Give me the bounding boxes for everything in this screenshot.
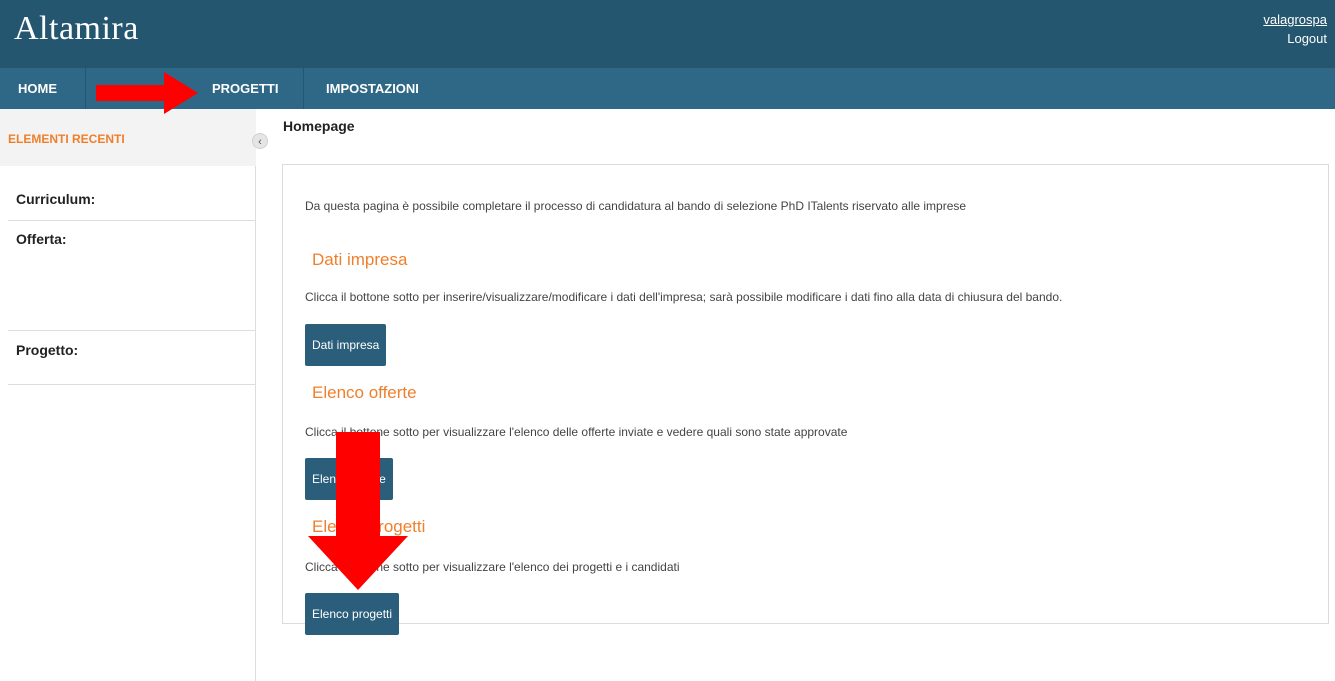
intro-text: Da questa pagina è possibile completare … — [305, 199, 967, 213]
username-link[interactable]: valagrospa — [1263, 10, 1327, 29]
page-title: Homepage — [283, 118, 355, 134]
logout-link[interactable]: Logout — [1263, 29, 1327, 48]
recent-items-title: ELEMENTI RECENTI — [8, 132, 125, 146]
sidebar: ELEMENTI RECENTI ‹ Curriculum: Offerta: … — [0, 109, 268, 681]
app-logo[interactable]: Altamira — [14, 10, 139, 48]
nav-home[interactable]: HOME — [18, 68, 57, 109]
sidebar-label-offerta: Offerta: — [16, 231, 67, 247]
sidebar-label-curriculum: Curriculum: — [16, 191, 96, 207]
section-title-dati-impresa: Dati impresa — [312, 250, 408, 269]
app-header: Altamira valagrospa Logout — [0, 0, 1335, 68]
sidebar-divider — [8, 330, 256, 331]
sidebar-collapse-icon[interactable]: ‹ — [252, 133, 268, 149]
dati-impresa-button[interactable]: Dati impresa — [305, 324, 387, 366]
section-title-elenco-progetti: Elenco progetti — [312, 517, 426, 536]
sidebar-divider — [8, 220, 256, 221]
content-panel: Da questa pagina è possibile completare … — [282, 164, 1329, 635]
nav-impostazioni[interactable]: IMPOSTAZIONI — [326, 68, 419, 109]
section-desc-elenco-offerte: Clicca il bottone sotto per visualizzare… — [305, 425, 848, 439]
nav-separator — [303, 68, 304, 109]
recent-items-header: ELEMENTI RECENTI — [0, 109, 256, 166]
sidebar-label-progetto: Progetto: — [16, 342, 79, 358]
section-desc-elenco-progetti: Clicca il bottone sotto per visualizzare… — [305, 560, 680, 574]
main-nav: HOME PROGETTI IMPOSTAZIONI — [0, 68, 1335, 109]
section-title-elenco-offerte: Elenco offerte — [312, 383, 417, 402]
elenco-progetti-button[interactable]: Elenco progetti — [305, 593, 400, 635]
elenco-offerte-button[interactable]: Elenco offerte — [305, 458, 393, 500]
user-box: valagrospa Logout — [1263, 10, 1327, 48]
nav-separator — [85, 68, 86, 109]
sidebar-divider — [8, 384, 256, 385]
section-desc-dati-impresa: Clicca il bottone sotto per inserire/vis… — [305, 290, 1063, 304]
nav-progetti[interactable]: PROGETTI — [212, 68, 278, 109]
